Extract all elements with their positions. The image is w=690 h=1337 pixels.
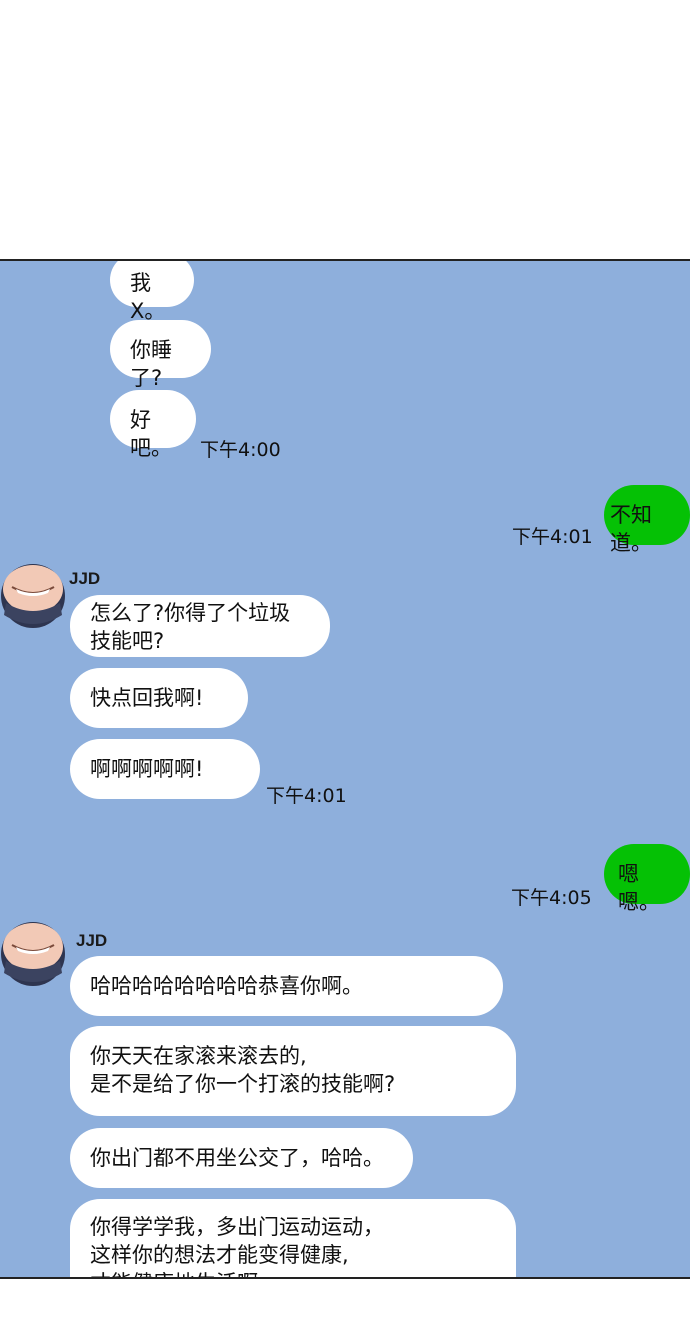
timestamp: 下午4:01 <box>512 526 593 548</box>
message-bubble: 你得学学我，多出门运动运动， 这样你的想法才能变得健康, 才能健康地生活啊。 <box>70 1199 516 1277</box>
outgoing-message-bubble: 嗯嗯。 <box>604 844 690 914</box>
chat-panel: 我X。 你睡了? 好吧。 下午4:00 不知道。 下午4:01 JJD 怎么了?… <box>0 259 690 1279</box>
message-bubble: 啊啊啊啊啊! <box>70 739 260 799</box>
avatar <box>1 564 65 628</box>
outgoing-message-bubble: 不知道。 <box>604 485 690 555</box>
message-bubble: 好吧。 <box>110 390 196 460</box>
timestamp: 下午4:01 <box>266 785 347 807</box>
message-bubble: 快点回我啊! <box>70 668 248 728</box>
timestamp: 下午4:00 <box>200 439 281 461</box>
message-bubble: 你天天在家滚来滚去的, 是不是给了你一个打滚的技能啊? <box>70 1026 516 1116</box>
sender-name: JJD <box>76 931 108 950</box>
message-bubble: 你睡了? <box>110 320 211 390</box>
message-bubble: 我X。 <box>110 261 194 323</box>
sender-name: JJD <box>69 569 101 588</box>
message-bubble: 哈哈哈哈哈哈哈哈恭喜你啊。 <box>70 956 503 1016</box>
avatar <box>1 922 65 986</box>
timestamp: 下午4:05 <box>511 887 592 909</box>
message-bubble: 你出门都不用坐公交了，哈哈。 <box>70 1128 413 1188</box>
message-bubble: 怎么了?你得了个垃圾 技能吧? <box>70 595 330 657</box>
